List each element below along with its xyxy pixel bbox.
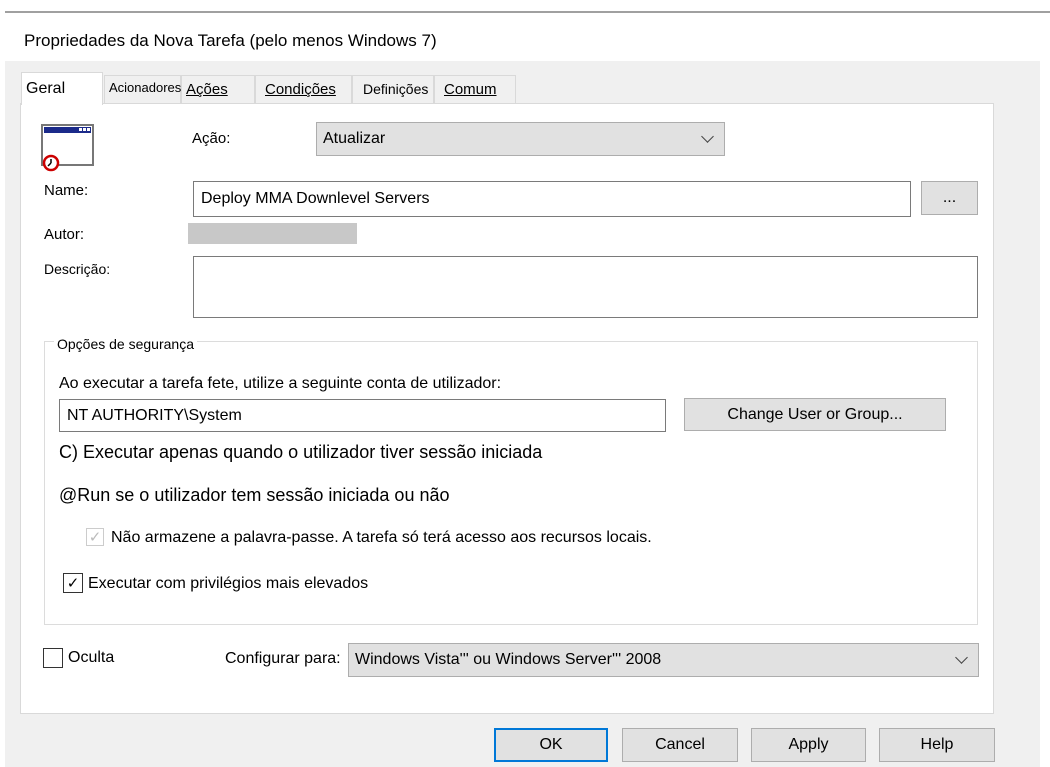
tab-label: Comum bbox=[444, 81, 497, 98]
tab-condicoes[interactable]: Condições bbox=[255, 75, 352, 104]
account-input[interactable]: NT AUTHORITY\System bbox=[59, 399, 666, 432]
description-label: Descrição: bbox=[44, 261, 111, 277]
action-label: Ação: bbox=[192, 130, 231, 147]
tab-label: Ações bbox=[186, 81, 228, 98]
highest-privileges-label: Executar com privilégios mais elevados bbox=[88, 575, 369, 592]
tab-definicoes[interactable]: Definições bbox=[352, 75, 434, 104]
configure-label: Configurar para: bbox=[225, 650, 341, 667]
run-whether-radio[interactable]: @Run se o utilizador tem sessão iniciada… bbox=[59, 485, 450, 506]
tab-acoes[interactable]: Ações bbox=[181, 75, 255, 104]
tab-label: Condições bbox=[265, 81, 336, 98]
description-input[interactable] bbox=[193, 256, 978, 318]
no-store-password-checkbox[interactable]: ✓ bbox=[86, 528, 104, 546]
window-top-border bbox=[5, 11, 1050, 13]
run-logged-on-radio[interactable]: C) Executar apenas quando o utilizador t… bbox=[59, 442, 542, 463]
account-prompt: Ao executar a tarefa fete, utilize a seg… bbox=[59, 375, 502, 392]
author-value-redacted bbox=[188, 223, 357, 244]
hidden-label: Oculta bbox=[68, 649, 115, 666]
window-title: Propriedades da Nova Tarefa (pelo menos … bbox=[24, 31, 437, 50]
configure-dropdown[interactable]: Windows Vista''' ou Windows Server''' 20… bbox=[348, 643, 979, 677]
browse-button[interactable]: ... bbox=[921, 181, 978, 215]
tab-acionadores[interactable]: Acionadores bbox=[104, 75, 181, 104]
help-button[interactable]: Help bbox=[879, 728, 995, 762]
chevron-down-icon bbox=[955, 651, 968, 664]
action-dropdown[interactable]: Atualizar bbox=[316, 122, 725, 156]
apply-button[interactable]: Apply bbox=[751, 728, 866, 762]
configure-value: Windows Vista''' ou Windows Server''' 20… bbox=[355, 651, 662, 668]
name-label: Name: bbox=[44, 182, 89, 199]
action-value: Atualizar bbox=[323, 130, 386, 147]
change-user-button[interactable]: Change User or Group... bbox=[684, 398, 946, 431]
no-store-password-label: Não armazene a palavra-passe. A tarefa s… bbox=[111, 529, 652, 546]
ok-button[interactable]: OK bbox=[494, 728, 608, 762]
author-label: Autor: bbox=[44, 226, 85, 243]
tab-comum[interactable]: Comum bbox=[434, 75, 516, 104]
hidden-checkbox[interactable] bbox=[43, 648, 63, 668]
cancel-button[interactable]: Cancel bbox=[622, 728, 738, 762]
name-input[interactable]: Deploy MMA Downlevel Servers bbox=[193, 181, 911, 217]
task-icon bbox=[41, 124, 94, 172]
security-legend: Opções de segurança bbox=[54, 336, 197, 352]
chevron-down-icon bbox=[701, 130, 714, 143]
highest-privileges-checkbox[interactable]: ✓ bbox=[63, 573, 83, 593]
tab-geral[interactable]: Geral bbox=[21, 72, 103, 105]
